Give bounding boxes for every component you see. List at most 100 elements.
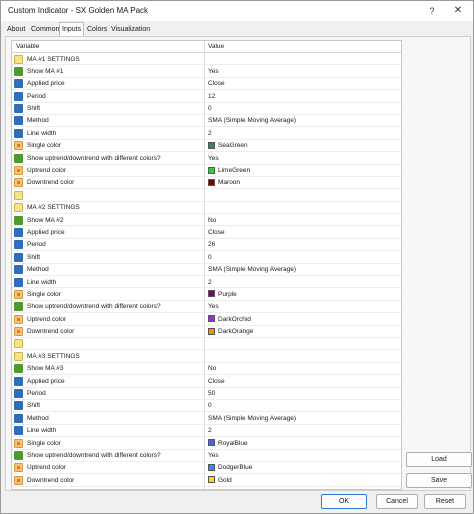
value-cell[interactable]: No [205, 214, 401, 226]
value-cell[interactable]: 0 [205, 251, 401, 263]
table-row[interactable]: Line width 2 [12, 127, 401, 140]
value-cell[interactable] [205, 338, 401, 350]
table-row[interactable]: Downtrend color DarkOrange [12, 326, 401, 338]
load-button[interactable]: Load [406, 452, 472, 467]
table-row[interactable]: MA #1 SETTINGS [12, 53, 401, 66]
save-button[interactable]: Save [406, 473, 472, 488]
value-cell[interactable]: DarkOrchid [205, 313, 401, 325]
value-cell[interactable]: 12 [205, 90, 401, 102]
value-cell[interactable]: SMA (Simple Moving Average) [205, 412, 401, 424]
value-cell[interactable]: No [205, 363, 401, 375]
table-row[interactable]: Line width 2 [12, 276, 401, 289]
variable-cell: MA #3 SETTINGS [12, 350, 204, 362]
value-cell[interactable]: 50 [205, 388, 401, 400]
grid-rows: MA #1 SETTINGS Show MA #1 Yes Applied price… [12, 53, 401, 487]
help-button[interactable]: ? [423, 3, 441, 19]
value-text: 0 [208, 402, 212, 410]
value-cell[interactable]: 0 [205, 103, 401, 115]
value-cell[interactable]: RoyalBlue [205, 437, 401, 449]
table-row[interactable]: Uptrend color DarkOrchid [12, 313, 401, 326]
value-cell[interactable]: 0 [205, 400, 401, 412]
value-cell[interactable]: Yes [205, 65, 401, 77]
table-row[interactable] [12, 338, 401, 351]
table-row[interactable]: Show MA #1 Yes [12, 65, 401, 78]
variable-label: Single color [27, 439, 61, 447]
table-row[interactable]: Shift 0 [12, 400, 401, 413]
table-row[interactable]: Applied price Close [12, 78, 401, 91]
table-row[interactable] [12, 189, 401, 202]
value-cell[interactable]: 26 [205, 239, 401, 251]
value-cell[interactable]: Close [205, 226, 401, 238]
value-cell[interactable]: SeaGreen [205, 140, 401, 152]
table-row[interactable]: Method SMA (Simple Moving Average) [12, 412, 401, 425]
window-title: Custom Indicator - SX Golden MA Pack [8, 6, 149, 15]
table-row[interactable]: Shift 0 [12, 103, 401, 115]
table-row[interactable]: Shift 0 [12, 251, 401, 264]
variable-column-header[interactable]: Variable [16, 43, 39, 50]
table-row[interactable]: Period 12 [12, 90, 401, 103]
value-cell[interactable]: Purple [205, 288, 401, 300]
value-cell[interactable]: DarkOrange [205, 326, 401, 338]
value-cell[interactable]: Gold [205, 474, 401, 486]
value-cell[interactable]: DodgerBlue [205, 462, 401, 474]
value-column-header[interactable]: Value [208, 43, 224, 50]
value-cell[interactable]: Yes [205, 450, 401, 462]
tab-colors[interactable]: Colors [85, 23, 109, 37]
table-row[interactable]: Downtrend color Maroon [12, 177, 401, 190]
table-row[interactable]: Single color SeaGreen [12, 140, 401, 153]
tab-about[interactable]: About [5, 23, 27, 37]
cancel-button[interactable]: Cancel [376, 494, 418, 509]
value-cell[interactable] [205, 189, 401, 201]
table-row[interactable]: Uptrend color LimeGreen [12, 165, 401, 177]
table-row[interactable]: MA #2 SETTINGS [12, 202, 401, 215]
value-cell[interactable]: 2 [205, 425, 401, 437]
table-row[interactable]: Downtrend color Gold [12, 474, 401, 487]
value-cell[interactable] [205, 350, 401, 362]
value-cell[interactable] [205, 53, 401, 65]
value-cell[interactable]: LimeGreen [205, 165, 401, 177]
value-cell[interactable]: SMA (Simple Moving Average) [205, 264, 401, 276]
value-cell[interactable] [205, 202, 401, 214]
table-row[interactable]: Applied price Close [12, 375, 401, 388]
close-button[interactable]: ✕ [449, 3, 467, 19]
table-row[interactable]: Show uptrend/downtrend with different co… [12, 450, 401, 462]
variable-label: Shift [27, 105, 41, 113]
table-row[interactable]: Period 50 [12, 388, 401, 400]
variable-label: Show uptrend/downtrend with different co… [27, 154, 161, 162]
reset-button[interactable]: Reset [424, 494, 466, 509]
value-cell[interactable]: Close [205, 78, 401, 90]
table-row[interactable]: Method SMA (Simple Moving Average) [12, 115, 401, 128]
variable-cell: Applied price [12, 375, 204, 387]
table-row[interactable]: Line width 2 [12, 425, 401, 438]
value-text: SeaGreen [218, 142, 248, 150]
table-row[interactable]: Single color Purple [12, 288, 401, 301]
variable-cell: Method [12, 264, 204, 276]
table-row[interactable]: Method SMA (Simple Moving Average) [12, 264, 401, 277]
table-row[interactable]: Uptrend color DodgerBlue [12, 462, 401, 475]
value-cell[interactable]: Yes [205, 301, 401, 313]
value-cell[interactable]: Yes [205, 152, 401, 164]
table-row[interactable]: Period 26 [12, 239, 401, 252]
color-palette-icon [14, 141, 23, 151]
variable-label: Line width [27, 427, 57, 435]
value-cell[interactable]: Close [205, 375, 401, 387]
value-cell[interactable]: 2 [205, 127, 401, 139]
table-row[interactable]: Show uptrend/downtrend with different co… [12, 301, 401, 314]
table-row[interactable]: Show MA #2 No [12, 214, 401, 227]
value-cell[interactable]: 2 [205, 276, 401, 288]
value-cell[interactable]: Maroon [205, 177, 401, 189]
variable-cell: Uptrend color [12, 165, 204, 177]
numeric-value-icon [14, 401, 23, 411]
tab-visualization[interactable]: Visualization [109, 23, 152, 37]
variable-cell: Period [12, 388, 204, 400]
table-row[interactable]: MA #3 SETTINGS [12, 350, 401, 363]
tab-common[interactable]: Common [29, 23, 61, 37]
table-row[interactable]: Applied price Close [12, 226, 401, 239]
ok-button[interactable]: OK [321, 494, 367, 509]
value-text: Yes [208, 67, 219, 75]
value-cell[interactable]: SMA (Simple Moving Average) [205, 115, 401, 127]
table-row[interactable]: Show uptrend/downtrend with different co… [12, 152, 401, 165]
table-row[interactable]: Single color RoyalBlue [12, 437, 401, 450]
tab-inputs[interactable]: Inputs [59, 22, 85, 37]
table-row[interactable]: Show MA #3 No [12, 363, 401, 376]
